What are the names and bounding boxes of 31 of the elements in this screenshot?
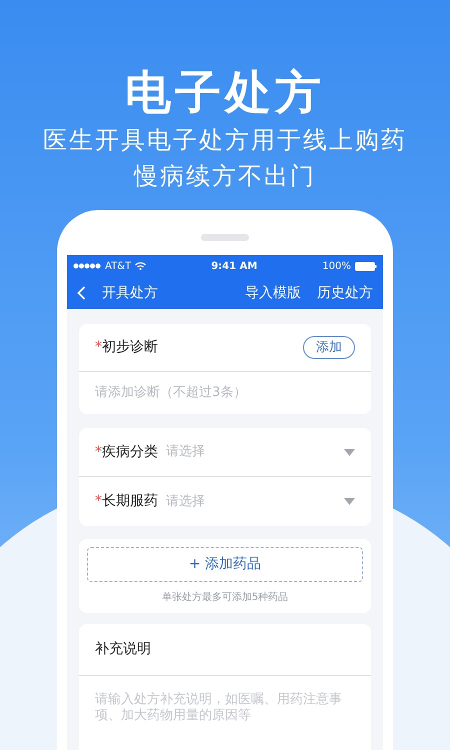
- select-row[interactable]: *长期服药 请选择: [79, 477, 371, 526]
- wifi-icon: [135, 262, 146, 270]
- required-mark: *: [95, 338, 102, 357]
- add-drug-button[interactable]: + 添加药品: [87, 547, 363, 582]
- select-placeholder: 请选择: [166, 443, 206, 462]
- drug-limit-note: 单张处方最多可添加5种药品: [160, 590, 290, 605]
- speaker: [201, 234, 249, 241]
- field-label: 补充说明: [95, 640, 151, 659]
- back-icon[interactable]: [77, 286, 86, 300]
- nav-link-text[interactable]: 历史处方: [317, 282, 373, 304]
- subtitle: 医生开具电子处方用于线上购药: [43, 125, 407, 156]
- subtitle: 慢病续方不出门: [134, 161, 316, 192]
- field-label: 长期服药: [102, 492, 158, 511]
- screen-title: 开具处方: [102, 284, 159, 302]
- dropdown-caret-icon: [344, 448, 355, 456]
- field-label: 疾病分类: [102, 442, 158, 462]
- add-button[interactable]: 添加: [303, 336, 355, 360]
- battery-percent: 100%: [322, 260, 351, 274]
- required-mark: *: [95, 492, 102, 511]
- select-placeholder: 请选择: [166, 492, 206, 511]
- required-mark: *: [95, 442, 102, 462]
- carrier: AT&T: [105, 260, 132, 274]
- select-row[interactable]: *疾病分类 请选择: [79, 428, 371, 477]
- signal-icon: [73, 263, 101, 269]
- battery-icon: [354, 262, 377, 270]
- nav-link-text[interactable]: 导入模版: [245, 282, 301, 304]
- notes-field[interactable]: 请输入处方补充说明，如医嘱、用药注意事项、加大药物用量的原因等: [95, 692, 355, 740]
- dropdown-caret-icon: [344, 498, 355, 505]
- field-label: 初步诊断: [102, 338, 158, 357]
- headline: 电子处方: [125, 64, 325, 121]
- clock: 9:41 AM: [211, 260, 258, 274]
